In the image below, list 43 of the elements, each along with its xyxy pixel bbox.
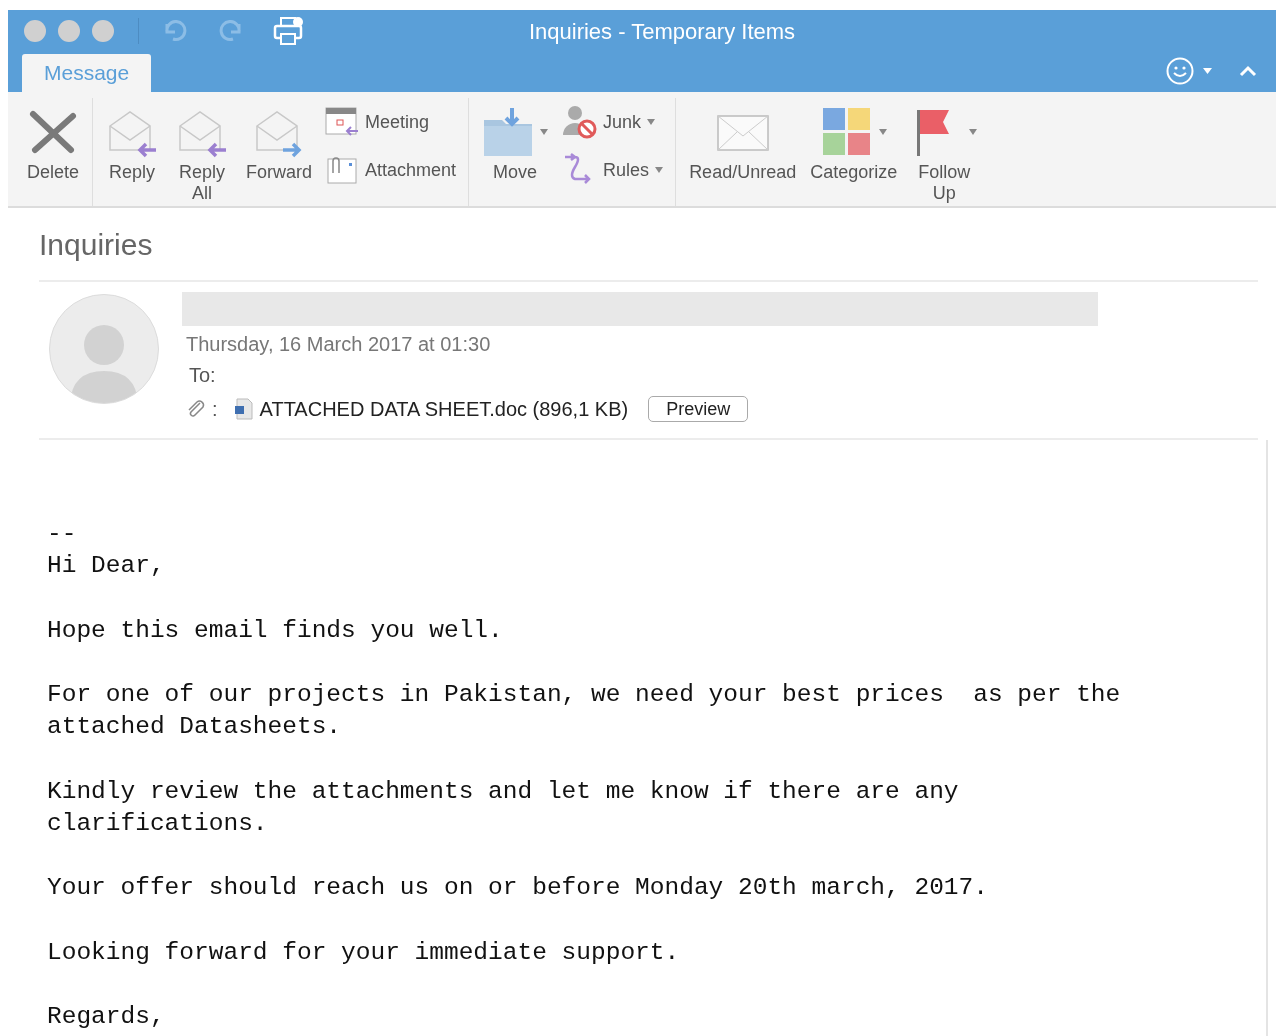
body-text-line: Regards, xyxy=(47,1001,165,1032)
body-text-line: -- xyxy=(47,519,77,549)
body-text-line: Hope this email finds you well. xyxy=(47,615,503,646)
body-text-line: Looking forward for your immediate support. xyxy=(47,937,680,968)
smiley-icon[interactable] xyxy=(1165,56,1195,86)
to-label: To: xyxy=(189,363,217,388)
window-control[interactable] xyxy=(92,20,114,42)
preview-button[interactable]: Preview xyxy=(648,396,749,422)
body-text-line: clarifications. xyxy=(47,808,268,839)
ribbon-button[interactable]: Categorize xyxy=(805,98,903,183)
ribbon-button[interactable]: Reply xyxy=(101,98,164,183)
ribbon-button[interactable]: Reply All xyxy=(167,98,238,204)
body-text-line: For one of our projects in Pakistan, we need your best prices as per the xyxy=(47,680,1121,710)
ribbon-button[interactable]: Meeting xyxy=(321,98,461,146)
body-text-line: attached Datasheets. xyxy=(47,712,342,743)
color-squares-icon xyxy=(820,106,873,158)
ribbon-button[interactable]: Read/Unread xyxy=(684,98,802,183)
collapse-icon[interactable] xyxy=(1238,64,1258,78)
document-icon xyxy=(233,398,254,420)
caret-icon[interactable] xyxy=(1203,68,1212,74)
ribbon-button[interactable]: Delete xyxy=(22,98,85,183)
body-text-line: Your offer should reach us on or before Monday 20th march, 2017. xyxy=(47,873,988,904)
paperclip-icon xyxy=(186,399,206,419)
ribbon-button[interactable]: Rules xyxy=(557,146,668,194)
paperclip-card-icon xyxy=(325,155,360,185)
calendar-icon xyxy=(325,107,360,137)
message-subject: Inquiries xyxy=(39,226,154,263)
folder-arrow-icon xyxy=(482,106,535,158)
ribbon-button[interactable]: Attachment xyxy=(321,146,461,194)
ribbon-button[interactable]: Forward xyxy=(241,98,318,183)
body-text-line: Hi Dear, xyxy=(47,551,165,582)
window-control[interactable] xyxy=(24,20,46,42)
ribbon-button[interactable]: Move xyxy=(477,98,554,183)
print-icon[interactable] xyxy=(273,16,305,46)
window-title: Inquiries - Temporary Items xyxy=(528,17,796,46)
window-control[interactable] xyxy=(58,20,80,42)
person-blocked-icon xyxy=(561,105,598,139)
ribbon-button[interactable]: Junk xyxy=(557,98,668,146)
attachment-separator: : xyxy=(212,397,218,422)
ribbon-button[interactable]: Follow Up xyxy=(906,98,983,204)
body-text-line: Kindly review the attachments and let me know if there are any xyxy=(47,776,959,807)
attachment-name[interactable]: ATTACHED DATA SHEET.doc (896,1 KB) xyxy=(259,394,629,424)
message-date: Thursday, 16 March 2017 at 01:30 xyxy=(186,332,492,357)
